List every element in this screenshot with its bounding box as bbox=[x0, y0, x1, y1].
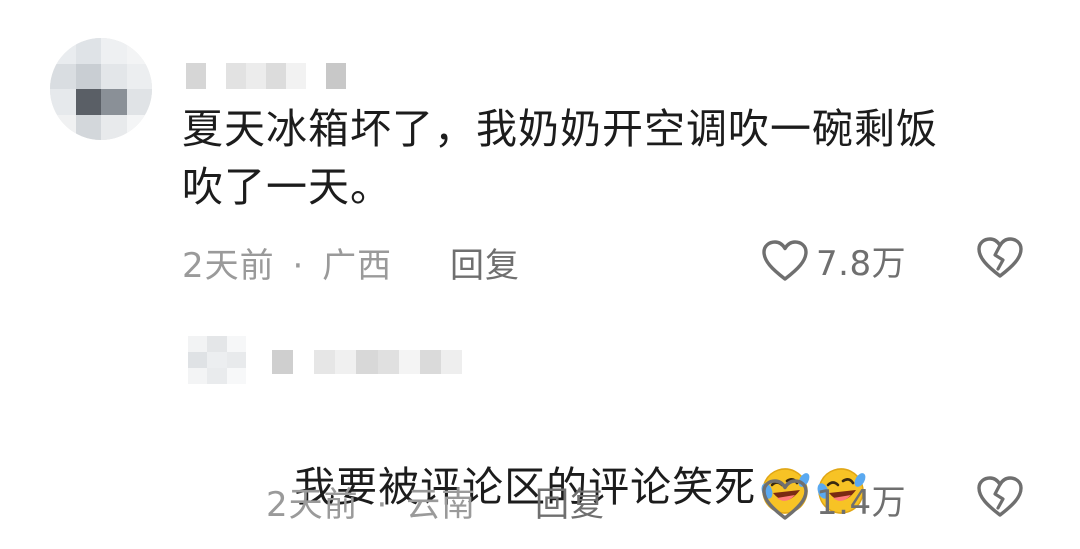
like-button[interactable]: 7.8万 bbox=[760, 236, 906, 285]
heart-outline-icon bbox=[762, 478, 808, 520]
reply-username-censored[interactable] bbox=[272, 350, 462, 374]
avatar[interactable] bbox=[50, 38, 152, 140]
reply-like-button[interactable]: 1.4万 bbox=[760, 475, 906, 524]
broken-heart-icon[interactable] bbox=[975, 475, 1025, 519]
broken-heart-icon[interactable] bbox=[975, 236, 1025, 280]
reply-avatar-censored[interactable] bbox=[188, 336, 246, 384]
reply-like-count: 1.4万 bbox=[816, 483, 907, 523]
comment-text: 夏天冰箱坏了，我奶奶开空调吹一碗剩饭 吹了一天。 bbox=[182, 105, 938, 211]
meta-separator: · bbox=[376, 485, 389, 525]
reply-location: 云南 bbox=[406, 485, 477, 525]
username-censored[interactable] bbox=[186, 63, 346, 89]
meta-separator: · bbox=[292, 246, 305, 286]
reply-button[interactable]: 回复 bbox=[450, 238, 520, 287]
comment-meta: 2天前 · 广西 bbox=[182, 238, 392, 287]
comment-location: 广西 bbox=[322, 246, 393, 286]
reply-meta: 2天前 · 云南 bbox=[266, 477, 476, 526]
comment-time: 2天前 bbox=[182, 246, 275, 286]
reply-reply-button[interactable]: 回复 bbox=[535, 477, 605, 526]
reply-time: 2天前 bbox=[266, 485, 359, 525]
avatar-mosaic bbox=[50, 38, 152, 140]
like-count: 7.8万 bbox=[816, 244, 907, 284]
heart-outline-icon bbox=[762, 239, 808, 281]
